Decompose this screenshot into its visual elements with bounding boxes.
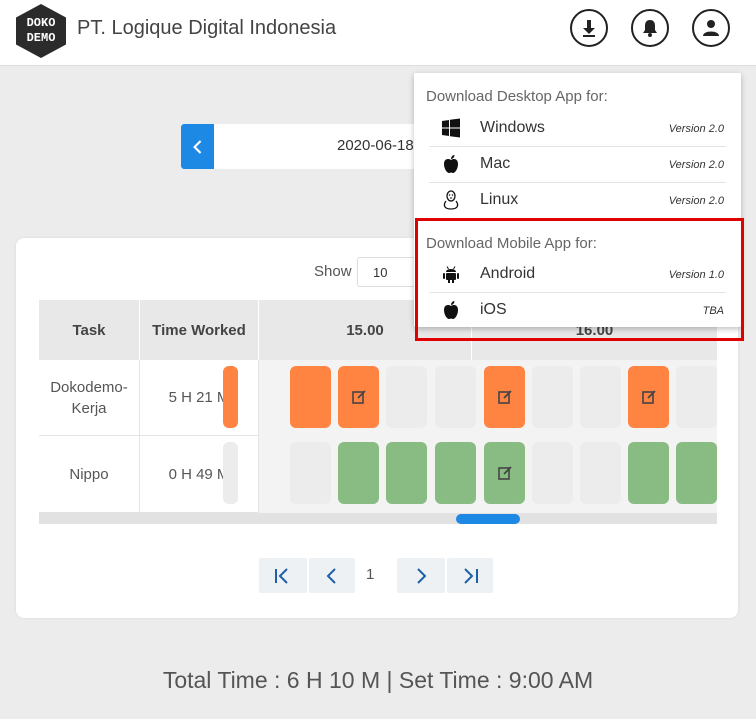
linux-icon [443, 190, 459, 210]
current-page[interactable]: 1 [366, 566, 374, 583]
user-icon [703, 20, 719, 36]
time-slot-orange-edit[interactable] [484, 366, 525, 428]
scrollbar-thumb[interactable] [456, 514, 520, 524]
time-slot-empty [435, 366, 476, 428]
time-slot-green [338, 442, 379, 504]
time-slot-orange-edit[interactable] [628, 366, 669, 428]
horizontal-scrollbar[interactable] [39, 513, 717, 524]
edit-icon [497, 466, 512, 480]
first-page-icon [275, 567, 288, 584]
app-header: DOKO DEMO PT. Logique Digital Indonesia [0, 0, 756, 66]
total-time-summary: Total Time : 6 H 10 M | Set Time : 9:00 … [162, 667, 594, 693]
time-slot-empty [676, 366, 717, 428]
edit-icon [351, 390, 366, 404]
logo-text: DOKO DEMO [14, 16, 68, 46]
time-worked-cell: 5 H 21 M [140, 360, 259, 436]
current-date: 2020-06-18 [337, 137, 414, 154]
apple-icon [444, 155, 458, 173]
download-linux-item[interactable]: Linux Version 2.0 [414, 182, 741, 218]
time-slot-green [386, 442, 427, 504]
download-ios-item[interactable]: iOS TBA [414, 292, 741, 328]
divider [429, 292, 726, 293]
time-slot-empty [290, 442, 331, 504]
platform-name: iOS [480, 301, 507, 318]
platform-version: Version 2.0 [668, 159, 724, 171]
task-timeline-table: Task Time Worked 15.00 16.00 Dokodemo-Ke… [39, 300, 717, 513]
time-worked-cell: 0 H 49 M [140, 436, 259, 513]
chevron-left-icon [192, 139, 201, 154]
column-header-task: Task [39, 300, 139, 360]
time-slot-green-edit[interactable] [484, 442, 525, 504]
company-logo[interactable]: DOKO DEMO [14, 3, 68, 59]
download-android-item[interactable]: Android Version 1.0 [414, 256, 741, 292]
download-button[interactable] [570, 9, 608, 47]
task-name-cell: Nippo [39, 436, 140, 513]
download-windows-item[interactable]: Windows Version 2.0 [414, 110, 741, 146]
download-app-menu: Download Desktop App for: Windows Versio… [414, 73, 741, 327]
previous-date-button[interactable] [181, 124, 214, 169]
time-slot-orange-edit[interactable] [338, 366, 379, 428]
divider [429, 182, 726, 183]
edit-icon [641, 390, 656, 404]
windows-icon [442, 118, 460, 138]
time-slot-empty [580, 366, 621, 428]
divider [429, 146, 726, 147]
last-page-button[interactable] [447, 558, 493, 593]
time-slot-green [435, 442, 476, 504]
edit-icon [497, 390, 512, 404]
time-slot-empty [223, 442, 238, 504]
time-slot-green [628, 442, 669, 504]
time-slot-empty [532, 366, 573, 428]
time-slot-orange [290, 366, 331, 428]
previous-page-button[interactable] [309, 558, 355, 593]
download-mac-item[interactable]: Mac Version 2.0 [414, 146, 741, 182]
page-size-select[interactable]: 10 [357, 257, 417, 287]
download-icon [583, 20, 595, 37]
task-name-cell: Dokodemo-Kerja [39, 360, 140, 436]
time-slot-green [676, 442, 717, 504]
time-slot-empty [532, 442, 573, 504]
logo-text-top: DOKO [26, 16, 56, 30]
chevron-right-icon [417, 567, 427, 584]
android-icon [443, 266, 459, 283]
platform-name: Linux [480, 191, 519, 208]
last-page-icon [464, 567, 478, 584]
platform-name: Windows [480, 119, 545, 136]
chevron-left-icon [326, 567, 336, 584]
desktop-download-heading: Download Desktop App for: [426, 88, 608, 105]
apple-icon [444, 301, 458, 319]
time-slot-empty [580, 442, 621, 504]
bell-icon [643, 20, 657, 37]
platform-version: Version 2.0 [668, 195, 724, 207]
platform-name: Mac [480, 155, 511, 172]
company-name: PT. Logique Digital Indonesia [77, 17, 337, 39]
platform-version: Version 1.0 [668, 269, 724, 281]
first-page-button[interactable] [259, 558, 307, 593]
show-label: Show [314, 263, 352, 280]
user-menu-button[interactable] [692, 9, 730, 47]
notifications-button[interactable] [631, 9, 669, 47]
time-slot-orange [223, 366, 238, 428]
platform-version: Version 2.0 [668, 123, 724, 135]
date-navigator: 2020-06-18 [181, 124, 421, 169]
platform-name: Android [480, 265, 536, 282]
next-page-button[interactable] [397, 558, 445, 593]
mobile-download-heading: Download Mobile App for: [426, 235, 597, 252]
column-header-time-worked: Time Worked [140, 300, 258, 360]
logo-text-bottom: DEMO [26, 31, 56, 45]
time-slot-empty [386, 366, 427, 428]
platform-version: TBA [702, 305, 724, 317]
